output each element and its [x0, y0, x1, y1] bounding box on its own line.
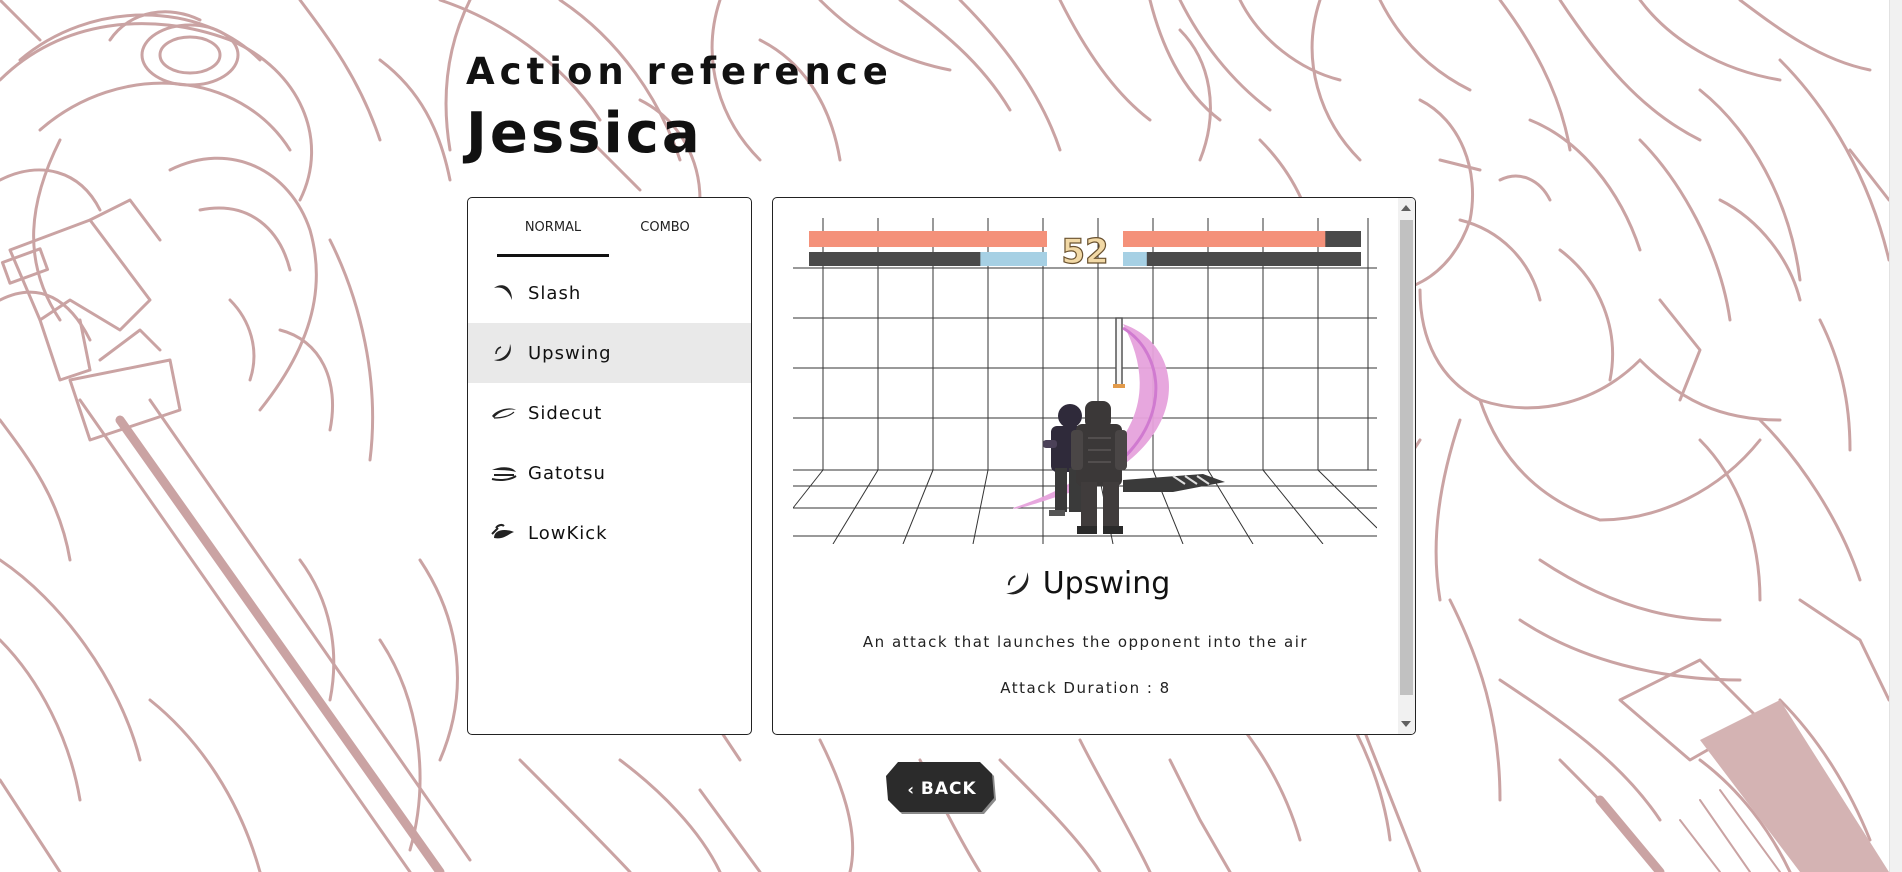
p2-health-bar [1123, 231, 1326, 247]
p2-meter-bar [1123, 252, 1147, 266]
move-label: Upswing [528, 342, 612, 364]
upswing-icon [1001, 567, 1035, 601]
character-name: Jessica [466, 101, 703, 166]
page-subtitle: Action reference [466, 50, 893, 93]
move-item-slash[interactable]: Slash [468, 263, 751, 323]
hud: 52 [809, 231, 1361, 273]
back-button[interactable]: ‹ BACK [886, 762, 998, 816]
move-preview-image: 52 [793, 218, 1377, 544]
move-description: An attack that launches the opponent int… [862, 633, 1309, 651]
move-label: Sidecut [528, 402, 603, 424]
gatotsu-icon [490, 462, 520, 484]
page-header: Action reference Jessica [466, 50, 893, 166]
move-label: LowKick [528, 522, 608, 544]
move-label: Slash [528, 282, 582, 304]
page-scrollbar[interactable] [1889, 0, 1902, 872]
round-timer: 52 [1061, 232, 1108, 272]
slash-icon [490, 282, 520, 304]
move-item-lowkick[interactable]: LowKick [468, 503, 751, 563]
move-label: Gatotsu [528, 462, 606, 484]
p1-meter-bar [980, 252, 1047, 266]
back-label: ‹ BACK [886, 762, 998, 816]
chevron-left-icon: ‹ [907, 779, 915, 799]
move-item-sidecut[interactable]: Sidecut [468, 383, 751, 443]
scroll-down-arrow[interactable] [1401, 721, 1411, 727]
tab-normal[interactable]: NORMAL [497, 220, 609, 235]
upswing-icon [490, 342, 520, 364]
scroll-thumb[interactable] [1400, 220, 1413, 695]
move-detail-panel: 52 Upswing An attack that launches the o… [772, 197, 1416, 735]
tab-bar: NORMAL COMBO [468, 198, 751, 260]
move-item-upswing[interactable]: Upswing [468, 323, 751, 383]
move-item-gatotsu[interactable]: Gatotsu [468, 443, 751, 503]
move-list-panel: NORMAL COMBO Slash Upswing Sidecut Gatot… [467, 197, 752, 735]
lowkick-icon [490, 522, 520, 544]
tab-combo[interactable]: COMBO [609, 220, 721, 235]
detail-scrollbar[interactable] [1398, 198, 1415, 734]
move-title: Upswing [773, 566, 1398, 601]
p1-health-bar [809, 231, 1047, 247]
attack-duration: Attack Duration : 8 [1000, 679, 1171, 697]
move-title-text: Upswing [1042, 566, 1171, 601]
scroll-up-arrow[interactable] [1401, 205, 1411, 211]
back-text: BACK [920, 779, 977, 799]
move-list: Slash Upswing Sidecut Gatotsu LowKick [468, 263, 751, 563]
active-tab-indicator [497, 254, 609, 257]
sidecut-icon [490, 402, 520, 424]
